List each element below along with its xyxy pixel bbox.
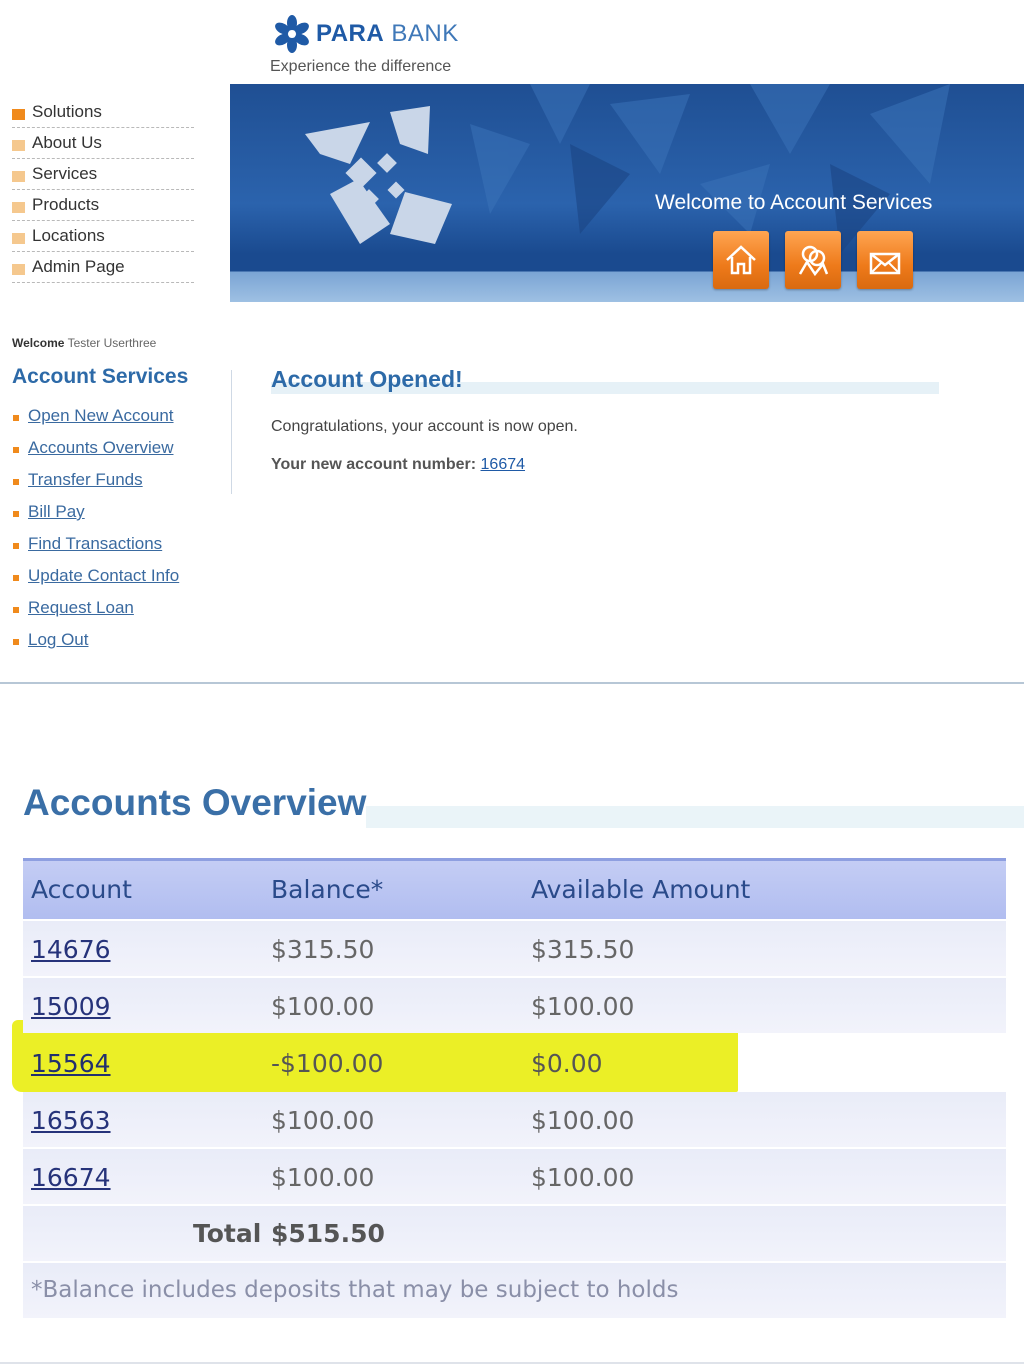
header-balance: Balance*	[271, 875, 384, 904]
menu-item-services[interactable]: Services	[12, 160, 194, 190]
menu-bullet-icon	[12, 109, 25, 120]
table-footnote-row: *Balance includes deposits that may be s…	[23, 1263, 1006, 1318]
open-new-account-link[interactable]: Open New Account	[28, 406, 174, 426]
table-row: 15009 $100.00 $100.00	[23, 978, 1006, 1033]
page-title-text: Account Opened!	[271, 366, 463, 392]
contact-icon	[798, 245, 829, 277]
bullet-icon	[13, 511, 19, 517]
menu-item-label: Admin Page	[32, 257, 125, 276]
screenshot-separator	[0, 682, 1024, 684]
banner-title: Welcome to Account Services	[655, 191, 933, 214]
account-cell: 15564	[31, 1035, 111, 1090]
table-row-highlighted: 15564 -$100.00 $0.00	[23, 1035, 1006, 1090]
available-cell: $100.00	[531, 992, 635, 1021]
available-cell: $315.50	[531, 935, 635, 964]
menu-item-solutions[interactable]: Solutions	[12, 98, 194, 128]
account-link[interactable]: 16563	[31, 1106, 111, 1135]
menu-item-label: Locations	[32, 226, 105, 245]
available-cell: $100.00	[531, 1106, 635, 1135]
new-account-label: Your new account number:	[271, 456, 477, 473]
account-cell: 14676	[31, 921, 111, 976]
bullet-icon	[13, 479, 19, 485]
menu-item-label: About Us	[32, 133, 102, 152]
brand-name: PARA BANK	[316, 20, 459, 48]
header-account: Account	[31, 875, 132, 904]
brand-name-part2: BANK	[391, 20, 459, 47]
brand-tagline: Experience the difference	[270, 58, 452, 75]
balance-footnote: *Balance includes deposits that may be s…	[31, 1277, 679, 1303]
transfer-funds-link[interactable]: Transfer Funds	[28, 470, 143, 490]
parabank-screenshot: PARA BANK Experience the difference Solu…	[0, 0, 1024, 684]
bullet-icon	[13, 607, 19, 613]
overview-title-bar	[366, 806, 1024, 828]
email-button[interactable]	[857, 231, 913, 289]
menu-item-products[interactable]: Products	[12, 191, 194, 221]
home-icon	[726, 245, 756, 275]
new-account-number-link[interactable]: 16674	[481, 456, 526, 473]
bullet-icon	[13, 447, 19, 453]
balance-cell: $315.50	[271, 935, 375, 964]
accounts-overview-link[interactable]: Accounts Overview	[28, 438, 174, 458]
menu-item-label: Solutions	[32, 102, 102, 121]
request-loan-link[interactable]: Request Loan	[28, 598, 134, 618]
user-name: Tester Userthree	[67, 336, 157, 350]
account-link[interactable]: 14676	[31, 935, 111, 964]
bullet-icon	[13, 543, 19, 549]
bullet-icon	[13, 639, 19, 645]
table-row: 16563 $100.00 $100.00	[23, 1092, 1006, 1147]
congrats-message: Congratulations, your account is now ope…	[271, 418, 578, 435]
accounts-table: Account Balance* Available Amount 14676 …	[23, 858, 1006, 1320]
available-cell: $0.00	[531, 1049, 603, 1078]
menu-item-locations[interactable]: Locations	[12, 222, 194, 252]
balance-cell: -$100.00	[271, 1049, 384, 1078]
menu-bullet-icon	[12, 264, 25, 275]
account-cell: 15009	[31, 978, 111, 1033]
table-total-row: Total $515.50	[23, 1206, 1006, 1261]
table-row: 14676 $315.50 $315.50	[23, 921, 1006, 976]
header-available-amount: Available Amount	[531, 875, 751, 904]
email-icon	[869, 252, 901, 275]
account-link[interactable]: 15564	[31, 1049, 111, 1078]
account-cell: 16674	[31, 1149, 111, 1204]
menu-bullet-icon	[12, 202, 25, 213]
menu-item-label: Services	[32, 164, 98, 183]
sidebar-divider	[231, 370, 232, 494]
home-button[interactable]	[713, 231, 769, 289]
total-label: Total	[193, 1219, 262, 1248]
logo-pinwheel-icon	[275, 15, 309, 53]
bullet-icon	[13, 575, 19, 581]
balance-cell: $100.00	[271, 992, 375, 1021]
menu-item-about-us[interactable]: About Us	[12, 129, 194, 159]
total-value: $515.50	[271, 1219, 385, 1248]
menu-bullet-icon	[12, 233, 25, 244]
account-link[interactable]: 16674	[31, 1163, 111, 1192]
log-out-link[interactable]: Log Out	[28, 630, 89, 650]
find-transactions-link[interactable]: Find Transactions	[28, 534, 162, 554]
table-row: 16674 $100.00 $100.00	[23, 1149, 1006, 1204]
available-cell: $100.00	[531, 1163, 635, 1192]
welcome-label: Welcome	[12, 336, 65, 350]
account-cell: 16563	[31, 1092, 111, 1147]
menu-bullet-icon	[12, 171, 25, 182]
balance-cell: $100.00	[271, 1106, 375, 1135]
table-header-row: Account Balance* Available Amount	[23, 858, 1006, 919]
accounts-overview-title: Accounts Overview	[23, 782, 367, 823]
account-services-title: Account Services	[12, 365, 189, 388]
bullet-icon	[13, 415, 19, 421]
menu-bullet-icon	[12, 140, 25, 151]
page-title: Account Opened!	[271, 366, 463, 393]
new-account-info: Your new account number: 16674	[271, 456, 525, 474]
account-link[interactable]: 15009	[31, 992, 111, 1021]
balance-cell: $100.00	[271, 1163, 375, 1192]
update-contact-info-link[interactable]: Update Contact Info	[28, 566, 179, 586]
top-left-menu: Solutions About Us Services Products Loc…	[12, 98, 194, 284]
bottom-separator	[0, 1362, 1024, 1364]
menu-item-admin-page[interactable]: Admin Page	[12, 253, 194, 283]
bill-pay-link[interactable]: Bill Pay	[28, 502, 85, 522]
contact-button[interactable]	[785, 231, 841, 289]
header-banner: Welcome to Account Services	[230, 84, 1024, 302]
brand-name-part1: PARA	[316, 20, 385, 47]
welcome-message: Welcome Tester Userthree	[12, 336, 156, 350]
menu-item-label: Products	[32, 195, 100, 214]
